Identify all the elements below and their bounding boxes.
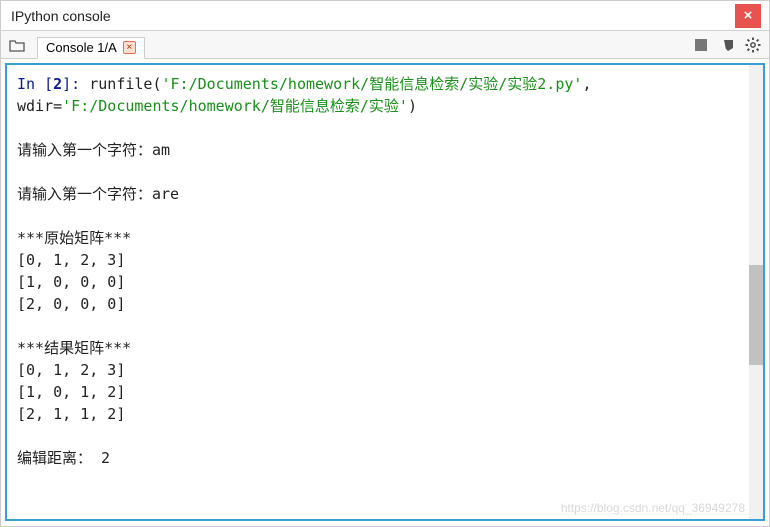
console-body: 请输入第一个字符：am 请输入第一个字符：are ***原始矩阵*** [0, … [17,141,179,467]
in-prompt-open: In [ [17,75,53,93]
code-arg1: 'F:/Documents/homework/智能信息检索/实验/实验2.py' [162,75,583,93]
code-sep: , [582,75,600,93]
code-arg2: 'F:/Documents/homework/智能信息检索/实验' [62,97,408,115]
code-close: ) [408,97,417,115]
in-prompt-close: ]: [62,75,89,93]
watermark-text: https://blog.csdn.net/qq_36949278 [561,501,745,515]
window-close-button[interactable]: × [735,4,761,28]
code-kwarg: wdir= [17,97,62,115]
title-bar: IPython console × [1,1,769,31]
window-title: IPython console [11,8,735,24]
gear-icon[interactable] [743,35,763,55]
erase-icon[interactable] [717,35,737,55]
scrollbar-track[interactable] [749,65,763,519]
tab-bar: Console 1/A × [1,31,769,59]
scrollbar-thumb[interactable] [749,265,763,365]
tab-console-1a[interactable]: Console 1/A × [37,37,145,59]
tab-close-icon[interactable]: × [123,41,136,54]
in-exec-number: 2 [53,75,62,93]
code-call: runfile( [89,75,161,93]
console-panel: In [2]: runfile('F:/Documents/homework/智… [5,63,765,521]
console-output[interactable]: In [2]: runfile('F:/Documents/homework/智… [7,65,763,519]
browse-folder-icon[interactable] [7,35,27,55]
tab-label: Console 1/A [46,40,117,55]
stop-icon[interactable] [691,35,711,55]
